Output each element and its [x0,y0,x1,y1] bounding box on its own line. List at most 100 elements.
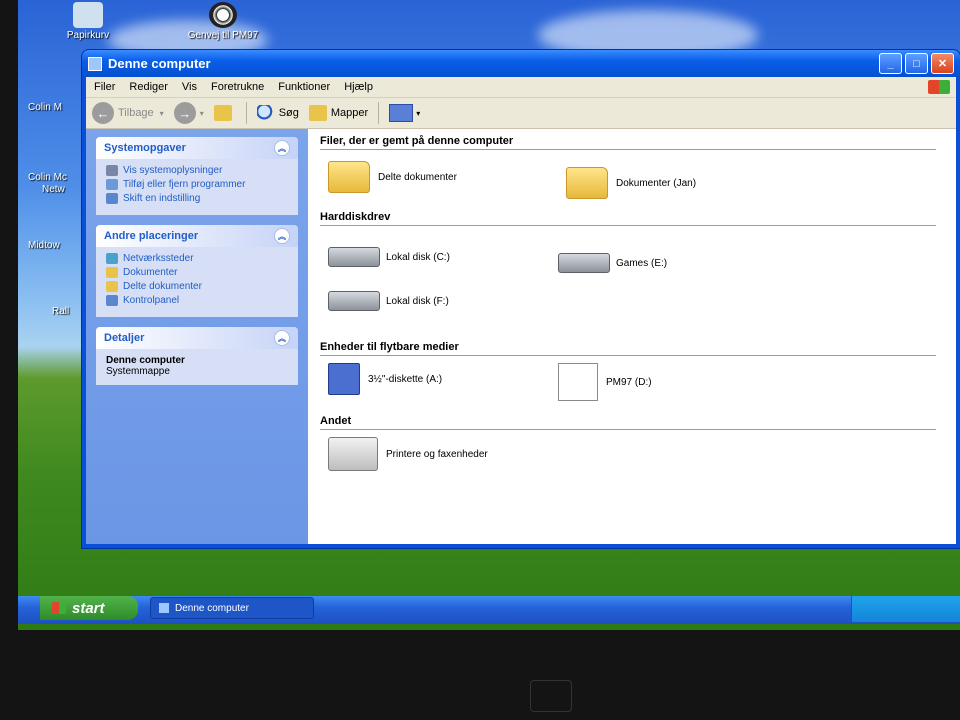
link-change-setting[interactable]: Skift en indstilling [106,193,288,204]
forward-arrow-icon: → [173,102,196,124]
system-info-icon [106,165,118,176]
item-documents-jan[interactable]: Dokumenter (Jan) [566,167,696,199]
up-button[interactable] [213,105,236,121]
task-pane: Systemopgaver ︽ Vis systemoplysninger Ti… [86,129,308,544]
menu-edit[interactable]: Rediger [129,81,168,93]
maximize-button[interactable]: □ [905,53,928,74]
item-label: 3½"-diskette (A:) [368,373,443,385]
desktop-icon-label: Genvej til PM97 [187,30,259,41]
link-shared-documents[interactable]: Delte dokumenter [106,281,288,292]
search-icon [256,105,275,121]
soccer-ball-icon [209,2,237,28]
details-header[interactable]: Detaljer ︽ [96,327,298,349]
forward-button[interactable]: → ▾ [173,102,204,124]
item-printers[interactable]: Printere og faxenheder [328,437,488,471]
toolbar-separator [245,102,247,124]
menu-file[interactable]: Filer [94,81,115,93]
item-floppy-a[interactable]: 3½"-diskette (A:) [328,363,442,395]
window-titlebar[interactable]: Denne computer _ □ ✕ [82,50,960,77]
taskbar-item-my-computer[interactable]: Denne computer [150,597,314,619]
cd-drive-icon [558,363,598,401]
desktop-icon-pm97[interactable]: Genvej til PM97 [183,2,263,41]
toolbar-separator [378,102,380,124]
window-title: Denne computer [108,56,211,71]
back-arrow-icon: ← [92,102,114,124]
floppy-drive-icon [328,363,360,395]
control-panel-icon [106,295,118,306]
hard-drive-icon [558,253,610,273]
menu-tools[interactable]: Funktioner [278,81,330,93]
my-computer-window: Denne computer _ □ ✕ Filer Rediger Vis F… [82,50,960,548]
printer-icon [328,437,378,471]
link-add-remove-programs[interactable]: Tilføj eller fjern programmer [106,179,288,190]
content-area: Filer, der er gemt på denne computer Del… [308,129,956,544]
recycle-bin-icon [73,2,103,28]
item-label: Games (E:) [616,257,668,269]
collapse-icon[interactable]: ︽ [274,228,290,244]
item-cd-d[interactable]: PM97 (D:) [558,363,652,401]
system-tray[interactable] [851,596,960,622]
monitor-logo [530,680,572,712]
item-label: PM97 (D:) [606,376,652,388]
item-drive-c[interactable]: Lokal disk (C:) [328,247,450,267]
link-system-info[interactable]: Vis systemoplysninger [106,165,288,176]
menu-help[interactable]: Hjælp [344,81,373,93]
item-shared-documents[interactable]: Delte dokumenter [328,161,457,193]
menu-view[interactable]: Vis [182,81,197,93]
views-icon [389,104,414,122]
close-button[interactable]: ✕ [931,53,954,74]
folders-icon [308,105,327,121]
folder-icon [106,267,118,278]
hard-drive-icon [328,247,380,267]
link-documents[interactable]: Dokumenter [106,267,288,278]
other-places-panel: Andre placeringer ︽ Netværkssteder Dokum… [96,225,298,317]
link-control-panel[interactable]: Kontrolpanel [106,295,288,306]
link-label: Tilføj eller fjern programmer [123,179,246,190]
start-button[interactable]: start [40,596,138,620]
folders-button[interactable]: Mapper [308,105,369,121]
hard-drive-icon [328,291,380,311]
item-drive-f[interactable]: Lokal disk (F:) [328,291,449,311]
link-label: Vis systemoplysninger [123,165,223,176]
menu-favorites[interactable]: Foretrukne [211,81,264,93]
item-drive-e[interactable]: Games (E:) [558,253,667,273]
desktop-icon-recycle-bin[interactable]: Papirkurv [48,2,128,41]
views-button[interactable]: ▾ [389,104,420,122]
desktop-label[interactable]: Netw [42,184,65,195]
other-places-header[interactable]: Andre placeringer ︽ [96,225,298,247]
back-button[interactable]: ← Tilbage ▾ [92,102,164,124]
minimize-button[interactable]: _ [879,53,902,74]
panel-title: Andre placeringer [104,230,199,242]
chevron-down-icon: ▾ [159,108,164,118]
add-remove-icon [106,179,118,190]
search-button[interactable]: Søg [256,105,299,121]
search-label: Søg [278,107,299,119]
item-label: Delte dokumenter [378,171,457,183]
details-panel: Detaljer ︽ Denne computer Systemmappe [96,327,298,385]
chevron-down-icon: ▾ [199,108,204,118]
link-label: Delte dokumenter [123,281,202,292]
folder-icon [106,281,118,292]
system-tasks-header[interactable]: Systemopgaver ︽ [96,137,298,159]
desktop-label[interactable]: Colin M [28,102,62,113]
desktop-screen: Papirkurv Genvej til PM97 Colin M Colin … [18,0,960,630]
folders-label: Mapper [330,107,369,119]
taskbar: start Denne computer DA [18,596,960,624]
collapse-icon[interactable]: ︽ [274,140,290,156]
desktop-label[interactable]: Rall [52,306,69,317]
group-header-stored-files: Filer, der er gemt på denne computer [320,135,936,150]
link-label: Skift en indstilling [123,193,201,204]
start-label: start [72,599,105,617]
link-label: Dokumenter [123,267,178,278]
item-label: Lokal disk (F:) [386,295,449,307]
details-type: Systemmappe [106,366,170,377]
desktop-label[interactable]: Midtow [28,240,60,251]
item-label: Lokal disk (C:) [386,251,450,263]
desktop-icon-label: Papirkurv [66,30,110,41]
link-label: Netværkssteder [123,253,194,264]
collapse-icon[interactable]: ︽ [274,330,290,346]
task-label: Denne computer [175,602,249,614]
desktop-label[interactable]: Colin Mc [28,172,67,183]
control-panel-icon [106,193,118,204]
link-network-places[interactable]: Netværkssteder [106,253,288,264]
